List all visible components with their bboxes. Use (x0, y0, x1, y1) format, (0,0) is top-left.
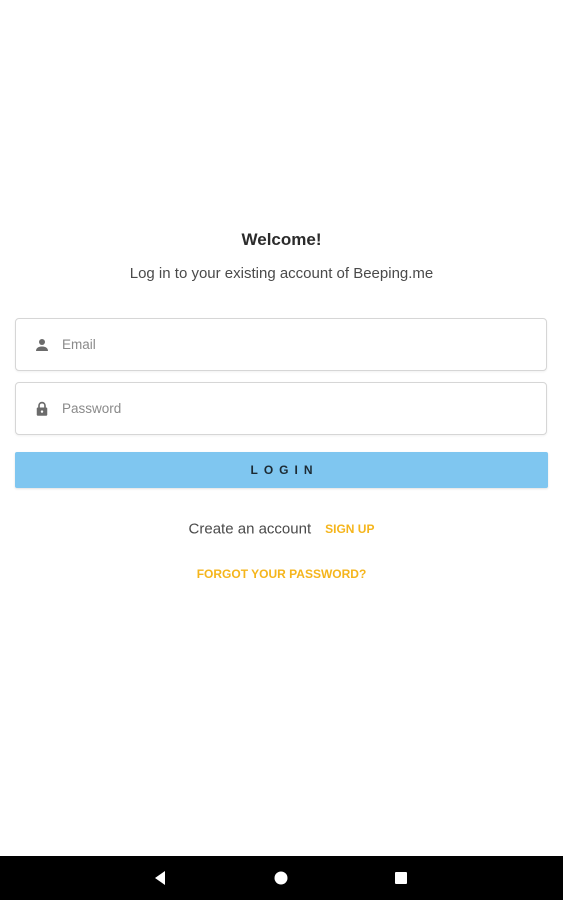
person-icon (33, 336, 51, 354)
email-field[interactable] (15, 318, 547, 371)
login-button[interactable]: LOGIN (15, 452, 548, 488)
signup-row: Create an account SIGN UP (0, 520, 563, 538)
email-input[interactable] (62, 319, 532, 370)
lock-icon (33, 400, 51, 418)
page-subtitle: Log in to your existing account of Beepi… (129, 265, 434, 282)
page-title: Welcome! (241, 230, 322, 249)
login-screen: Welcome! Log in to your existing account… (0, 0, 563, 856)
recents-icon[interactable] (391, 868, 411, 888)
forgot-password-link[interactable]: FORGOT YOUR PASSWORD? (0, 567, 563, 581)
create-account-text: Create an account (188, 520, 312, 538)
home-icon[interactable] (271, 868, 291, 888)
sign-up-link[interactable]: SIGN UP (325, 522, 374, 536)
password-field[interactable] (15, 382, 547, 435)
password-input[interactable] (62, 383, 532, 434)
system-navigation-bar (0, 856, 563, 900)
back-icon[interactable] (151, 868, 171, 888)
